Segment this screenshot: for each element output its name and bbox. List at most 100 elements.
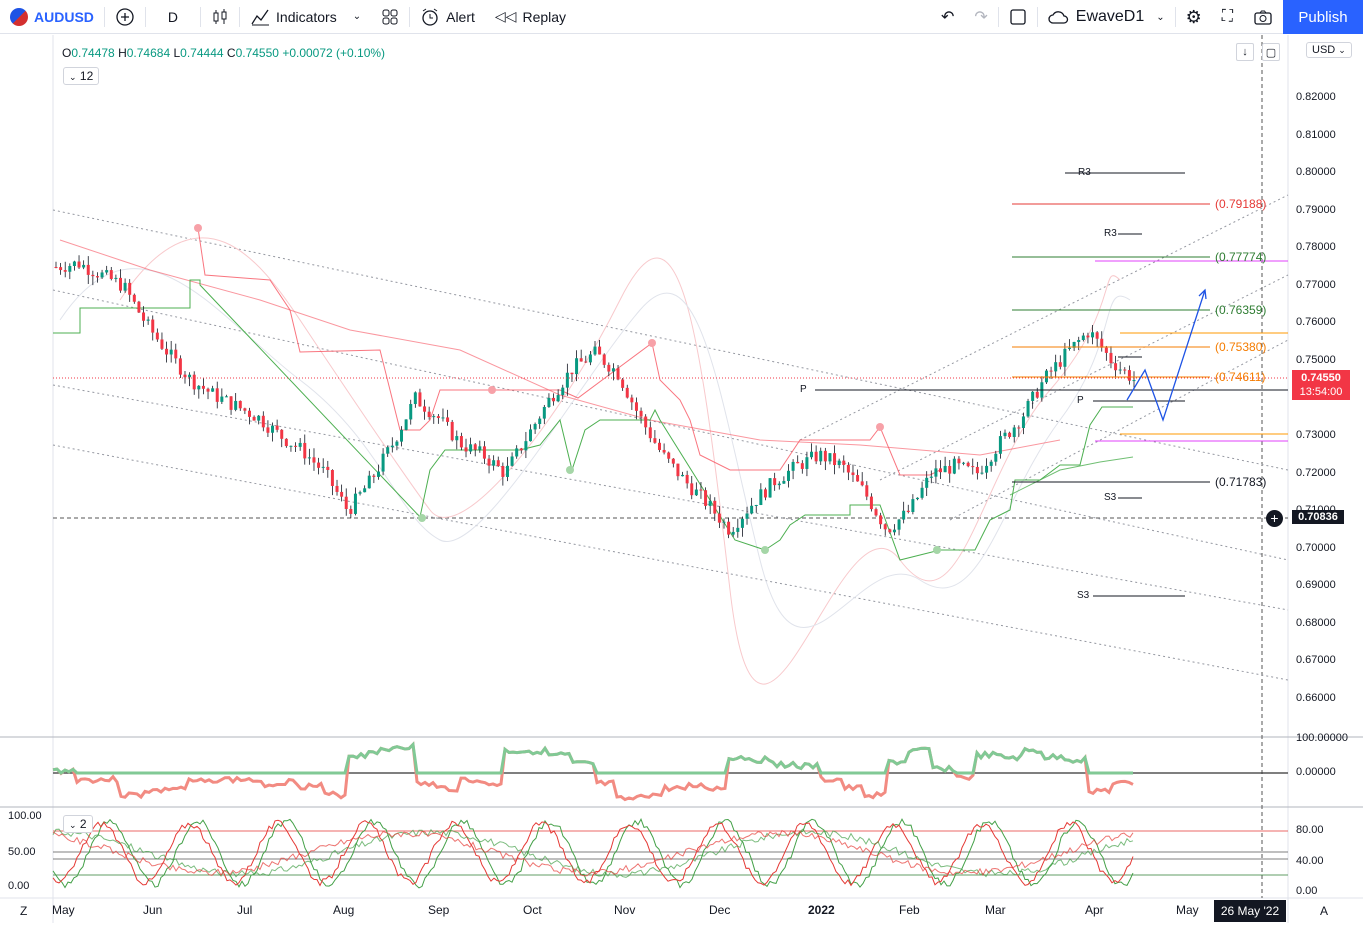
price-axis-label: 0.77000: [1296, 278, 1336, 291]
candle-body: [118, 277, 122, 291]
candle-body: [865, 485, 869, 497]
candle-body: [1109, 352, 1113, 364]
candle-body: [326, 466, 330, 470]
candle-body: [621, 379, 625, 388]
candle-body: [441, 417, 445, 419]
pivot-label: P: [800, 384, 807, 395]
arrow-down-icon: ↓: [1242, 46, 1248, 58]
price-axis-label: 0.67000: [1296, 654, 1336, 667]
candle-body: [934, 468, 938, 477]
candle-body: [851, 472, 855, 476]
low-value: 0.74444: [180, 46, 224, 60]
candle-body: [317, 462, 321, 468]
fib-level-label: (0.74611): [1215, 370, 1266, 384]
time-axis-label: Mar: [985, 903, 1006, 917]
price-chart[interactable]: [0, 0, 1363, 925]
candle-body: [413, 392, 417, 405]
candle-body: [957, 458, 961, 464]
candle-body: [1114, 363, 1118, 371]
candle-body: [252, 416, 256, 421]
candle-body: [303, 442, 307, 459]
candle-body: [1127, 370, 1131, 381]
candle-body: [943, 465, 947, 473]
candle-body: [1095, 332, 1099, 339]
candle-body: [925, 477, 929, 488]
candle-body: [86, 264, 90, 275]
candle-body: [1021, 416, 1025, 429]
candle-body: [151, 319, 155, 333]
candle-body: [1012, 427, 1016, 437]
time-axis-label: Aug: [333, 903, 355, 917]
candle-body: [492, 460, 496, 466]
candle-body: [828, 453, 832, 462]
candle-body: [897, 519, 901, 530]
crosshair-date-tag: 26 May '22: [1214, 900, 1286, 922]
currency-label: USD: [1312, 44, 1336, 56]
fib-level-label: (0.76359): [1215, 303, 1267, 317]
zoom-reset-button[interactable]: Z: [20, 904, 27, 918]
candle-body: [82, 264, 86, 268]
scroll-down-button[interactable]: ↓: [1236, 43, 1254, 61]
candle-body: [552, 397, 556, 402]
candle-body: [634, 402, 638, 411]
candle-body: [137, 301, 141, 313]
current-price-tag: 0.74550 13:54:00: [1292, 370, 1350, 400]
candle-body: [146, 319, 150, 321]
candle-body: [72, 261, 76, 267]
candle-body: [542, 406, 546, 419]
candle-body: [810, 451, 814, 458]
candle-body: [763, 489, 767, 498]
candle-body: [704, 490, 708, 506]
time-axis-label: 2022: [808, 903, 835, 917]
candle-body: [446, 417, 450, 422]
auto-scale-button[interactable]: A: [1320, 904, 1328, 918]
zoom-label: Z: [20, 904, 28, 918]
candle-body: [63, 270, 67, 272]
candle-body: [100, 272, 104, 278]
crosshair-add-button[interactable]: +: [1266, 510, 1283, 527]
chevron-down-icon: ⌄: [1338, 45, 1346, 55]
candle-body: [201, 385, 205, 389]
candle-body: [206, 388, 210, 392]
candle-body: [174, 349, 178, 359]
candle-body: [353, 493, 357, 514]
candle-body: [575, 358, 579, 375]
candle-body: [842, 460, 846, 465]
candle-body: [1132, 380, 1136, 382]
candle-body: [745, 513, 749, 519]
candle-body: [1118, 369, 1122, 371]
candle-body: [570, 372, 574, 375]
candle-body: [128, 282, 132, 295]
candle-body: [381, 453, 385, 472]
candle-body: [238, 400, 242, 409]
candle-body: [464, 447, 468, 452]
candle-body: [224, 396, 228, 398]
pane3-indicators-toggle[interactable]: ⌄ 2: [63, 815, 93, 833]
indicators-toggle[interactable]: ⌄ 12: [63, 67, 100, 85]
restore-button[interactable]: ▢: [1262, 43, 1280, 61]
candle-body: [782, 480, 786, 484]
candle-body: [261, 415, 265, 428]
candle-body: [524, 441, 528, 451]
candle-body: [123, 282, 127, 291]
candle-body: [777, 483, 781, 486]
candle-body: [427, 411, 431, 418]
candle-body: [436, 416, 440, 418]
candle-body: [109, 270, 113, 279]
candle-body: [510, 456, 514, 466]
candle-body: [731, 531, 735, 535]
candle-body: [902, 510, 906, 520]
candle-body: [547, 397, 551, 407]
indicator-axis-label: 0.00: [8, 880, 30, 892]
candle-body: [846, 464, 850, 473]
candle-body: [630, 397, 634, 403]
ohlc-legend: O0.74478 H0.74684 L0.74444 C0.74550 +0.0…: [62, 46, 385, 60]
auto-label: A: [1320, 904, 1329, 918]
candle-body: [648, 427, 652, 439]
candle-body: [561, 387, 565, 396]
candle-body: [994, 453, 998, 462]
currency-select[interactable]: USD ⌄: [1306, 42, 1352, 58]
candle-body: [584, 361, 588, 363]
candle-body: [879, 515, 883, 525]
candle-body: [372, 475, 376, 477]
